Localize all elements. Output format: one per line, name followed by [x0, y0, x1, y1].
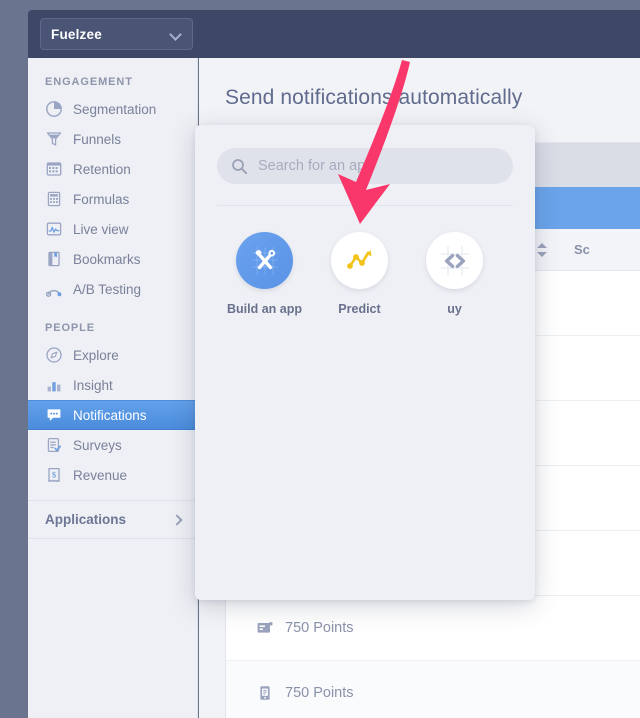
app-window: Fuelzee ENGAGEMENT Segmentation Funnels … [0, 0, 640, 718]
app-tile-build-an-app[interactable]: Build an app [217, 232, 312, 316]
funnel-icon [45, 130, 63, 148]
bookmark-icon [45, 250, 63, 268]
table-row[interactable]: 750 Points Wi [226, 596, 640, 661]
sidebar-item-label: Formulas [73, 191, 130, 207]
sidebar-item-applications[interactable]: Applications [28, 501, 197, 539]
chevron-right-icon [173, 515, 183, 525]
row-name: 750 Points [285, 620, 354, 636]
sidebar-item-explore[interactable]: Explore [28, 340, 197, 370]
sidebar-item-label: Live view [73, 221, 129, 237]
sidebar-item-live-view[interactable]: Live view [28, 214, 197, 244]
pulse-icon [45, 220, 63, 238]
app-tile-label: uy [447, 302, 462, 316]
sidebar-item-segmentation[interactable]: Segmentation [28, 94, 197, 124]
tools-icon [236, 232, 293, 289]
desktop-backdrop-left [0, 0, 28, 718]
sidebar-item-surveys[interactable]: Surveys [28, 430, 197, 460]
chat-bubble-icon [45, 406, 63, 424]
app-tile-predict[interactable]: Predict [312, 232, 407, 316]
sort-updown-icon[interactable] [536, 242, 548, 258]
search-placeholder: Search for an app [258, 158, 374, 174]
search-icon [231, 158, 248, 175]
code-brackets-icon [426, 232, 483, 289]
desktop-backdrop-top [0, 0, 640, 10]
svg-text:$: $ [52, 471, 56, 480]
row-name: 750 Points [285, 685, 354, 701]
chevron-down-icon [171, 29, 182, 40]
app-grid: Build an app Predict uy [195, 206, 535, 316]
sidebar-item-ab-testing[interactable]: A/B Testing [28, 274, 197, 304]
mobile-icon [256, 684, 274, 702]
org-selector[interactable]: Fuelzee [40, 18, 193, 50]
sidebar-item-label: Bookmarks [73, 251, 141, 267]
app-picker-modal: Search for an app Build an app Predict u… [195, 125, 535, 600]
sidebar-item-formulas[interactable]: Formulas [28, 184, 197, 214]
sidebar-item-label: Surveys [73, 437, 122, 453]
sidebar-item-label: Segmentation [73, 101, 157, 117]
org-selector-label: Fuelzee [51, 26, 102, 42]
compass-icon [45, 346, 63, 364]
sidebar-item-notifications[interactable]: Notifications [28, 400, 197, 430]
sidebar-item-label: Insight [73, 377, 113, 393]
column-header-schedule[interactable]: Sc [574, 242, 590, 257]
bar-chart-icon [45, 376, 63, 394]
clipboard-check-icon [45, 436, 63, 454]
sidebar-item-label: Funnels [73, 131, 122, 147]
sidebar-item-funnels[interactable]: Funnels [28, 124, 197, 154]
top-bar: Fuelzee [28, 10, 640, 58]
grid-icon [45, 160, 63, 178]
calculator-icon [45, 190, 63, 208]
sidebar-item-bookmarks[interactable]: Bookmarks [28, 244, 197, 274]
search-input[interactable]: Search for an app [217, 148, 513, 184]
sidebar-item-insight[interactable]: Insight [28, 370, 197, 400]
sidebar-item-revenue[interactable]: $ Revenue [28, 460, 197, 490]
card-icon [256, 619, 274, 637]
sidebar-item-label: Explore [73, 347, 119, 363]
receipt-dollar-icon: $ [45, 466, 63, 484]
app-tile-uy[interactable]: uy [407, 232, 502, 316]
sidebar-section-engagement: ENGAGEMENT [45, 76, 133, 88]
sidebar-item-retention[interactable]: Retention [28, 154, 197, 184]
ab-test-icon [45, 280, 63, 298]
sidebar-item-label: Retention [73, 161, 131, 177]
sidebar: ENGAGEMENT Segmentation Funnels Retentio… [28, 58, 198, 718]
page-title: Send notifications automatically [225, 86, 523, 109]
sidebar-item-label: Applications [45, 512, 127, 527]
sidebar-section-people: PEOPLE [45, 322, 96, 334]
trend-up-icon [331, 232, 388, 289]
sidebar-item-label: Revenue [73, 467, 128, 483]
sidebar-item-label: Notifications [73, 407, 147, 423]
app-tile-label: Predict [338, 302, 381, 316]
table-row[interactable]: 750 Points Da [226, 661, 640, 718]
sidebar-item-label: A/B Testing [73, 281, 142, 297]
pie-chart-icon [45, 100, 63, 118]
app-tile-label: Build an app [227, 302, 302, 316]
